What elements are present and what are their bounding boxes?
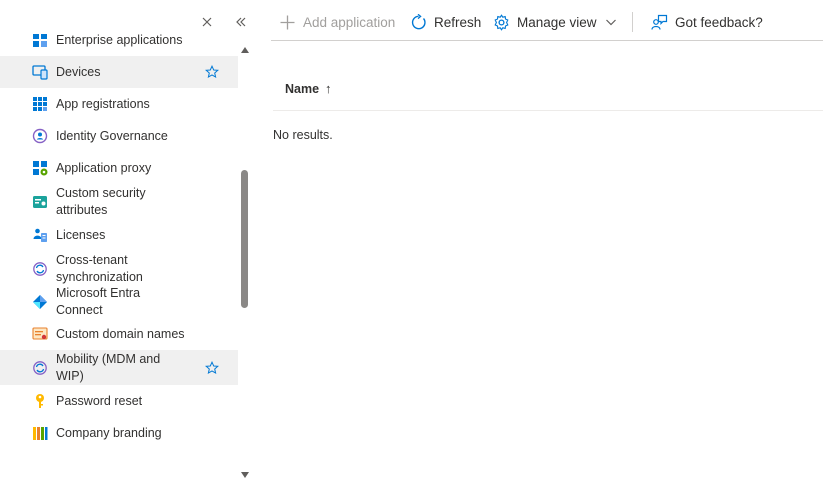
mobility-icon [32,360,48,376]
close-icon[interactable] [197,12,217,32]
add-application-label: Add application [303,14,396,30]
nav-viewport: Enterprise applications Devices App regi… [0,34,238,483]
sidebar-item-label: Company branding [56,425,162,440]
licenses-icon [32,227,48,243]
sidebar-item-label: Cross-tenant synchronization [56,252,143,284]
collapse-sidebar-icon[interactable] [231,12,251,32]
toolbar-divider [632,12,633,32]
sidebar-item-label: Password reset [56,393,143,408]
sidebar-item-label: Identity Governance [56,128,168,143]
nav-list: Enterprise applications Devices App regi… [0,34,238,449]
command-bar: Add application Refresh Manage view Got … [271,0,823,41]
refresh-button[interactable]: Refresh [410,10,481,34]
sidebar-item-application-proxy[interactable]: Application proxy [0,152,238,184]
scroll-up-arrow-icon[interactable] [241,47,249,53]
sidebar-item-custom-domain-names[interactable]: Custom domain names [0,318,238,350]
column-header-label: Name [285,81,320,96]
sidebar-item-label: Enterprise applications [56,34,183,47]
sort-ascending-icon: ↑ [325,81,332,96]
chevron-down-icon [605,19,616,26]
sidebar-item-devices[interactable]: Devices [0,56,238,88]
sidebar-item-label: Application proxy [56,160,152,175]
got-feedback-label: Got feedback? [675,14,763,30]
identity-governance-icon [32,128,48,144]
sidebar-item-identity-governance[interactable]: Identity Governance [0,120,238,152]
manage-view-button[interactable]: Manage view [493,10,617,34]
cross-tenant-sync-icon [32,261,48,277]
key-icon [32,393,48,409]
sidebar-item-custom-security-attributes[interactable]: Custom security attributes [0,184,238,219]
add-application-button[interactable]: Add application [279,10,395,34]
sidebar-item-label: Custom domain names [56,326,185,341]
gear-icon [494,13,509,31]
plus-icon [280,15,295,29]
star-icon[interactable] [205,65,219,79]
sidebar-item-company-branding[interactable]: Company branding [0,417,238,449]
sidebar-nav: Enterprise applications Devices App regi… [0,0,252,483]
sidebar-item-label: Microsoft Entra Connect [56,286,141,317]
feedback-icon [651,14,668,30]
entra-connect-icon [32,294,48,310]
custom-security-attributes-icon [32,194,48,210]
sidebar-item-app-registrations[interactable]: App registrations [0,88,238,120]
company-branding-icon [32,425,48,441]
sidebar-item-label: Devices [56,64,101,79]
sidebar-item-password-reset[interactable]: Password reset [0,385,238,417]
refresh-label: Refresh [434,14,482,30]
manage-view-label: Manage view [517,14,597,30]
custom-domain-names-icon [32,326,48,342]
sidebar-item-microsoft-entra-connect[interactable]: Microsoft Entra Connect [0,286,238,318]
sidebar-item-label: Mobility (MDM and WIP) [56,351,161,383]
sidebar-item-licenses[interactable]: Licenses [0,219,238,251]
enterprise-apps-icon [32,34,48,48]
empty-state-message: No results. [273,128,333,142]
scroll-down-arrow-icon[interactable] [241,472,249,478]
sidebar-item-label: Licenses [56,227,106,242]
got-feedback-button[interactable]: Got feedback? [651,10,763,34]
scrollbar-thumb[interactable] [241,170,248,308]
star-icon[interactable] [205,360,219,375]
devices-icon [32,64,48,80]
application-proxy-icon [32,160,48,176]
refresh-icon [411,13,426,29]
sidebar-item-cross-tenant-synchronization[interactable]: Cross-tenant synchronization [0,251,238,286]
app-registrations-icon [32,96,48,112]
sidebar-item-label: Custom security attributes [56,185,146,217]
column-header-name[interactable]: Name ↑ [285,81,332,96]
table-header: Name ↑ [273,72,823,111]
sidebar-item-label: App registrations [56,96,150,111]
sidebar-item-mobility[interactable]: Mobility (MDM and WIP) [0,350,238,385]
sidebar-item-enterprise-applications[interactable]: Enterprise applications [0,34,238,56]
sidebar-scrollbar[interactable] [238,40,252,483]
